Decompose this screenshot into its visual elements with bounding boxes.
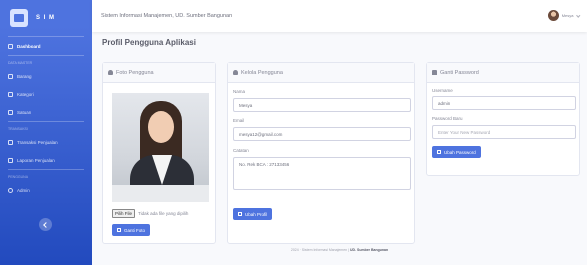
user-icon	[108, 70, 113, 75]
sidebar-item-label: Admin	[17, 187, 30, 193]
email-label: Email	[233, 118, 245, 123]
brand-name: S I M	[36, 15, 56, 21]
sidebar-item-label: Kategori	[17, 91, 34, 97]
edit-icon	[117, 228, 121, 232]
button-label: Ubah Password	[444, 149, 476, 155]
name-label: Nama	[233, 89, 246, 94]
new-password-field[interactable]: Enter Your New Password	[432, 125, 576, 139]
change-password-card: Ganti Password Username admin Password B…	[426, 62, 580, 176]
card-header: Ganti Password	[427, 63, 579, 83]
edit-icon	[437, 150, 441, 154]
choose-file-button[interactable]: Pilih File	[112, 209, 136, 218]
sidebar-item-admin[interactable]: Admin	[0, 181, 92, 199]
sidebar-heading-master: DATA MASTER	[8, 61, 33, 65]
caret-down-icon	[575, 13, 580, 17]
scale-icon	[8, 109, 13, 115]
button-label: Ganti Foto	[124, 227, 146, 233]
note-label: Catatan	[233, 148, 249, 153]
new-password-label: Password Baru	[432, 116, 463, 121]
brand[interactable]: S I M	[0, 0, 92, 36]
sidebar-item-dashboard[interactable]: Dashboard	[0, 37, 92, 55]
name-field[interactable]: Mesya	[233, 98, 411, 112]
manage-user-card: Kelola Pengguna Nama Mesya Email mesya12…	[227, 62, 415, 244]
card-title: Ganti Password	[440, 69, 479, 76]
sidebar-item-label: Satuan	[17, 109, 32, 115]
box-icon	[8, 73, 13, 79]
topbar: Sistem Informasi Manajemen, UD. Sumber B…	[92, 0, 587, 32]
sidebar-toggle-button[interactable]	[39, 218, 52, 231]
user-icon	[233, 70, 238, 75]
change-photo-button[interactable]: Ganti Foto	[112, 224, 151, 236]
sidebar-item-label: Transaksi Penjualan	[17, 139, 58, 145]
user-menu[interactable]: Mesya	[547, 10, 580, 21]
username-field[interactable]: admin	[432, 96, 576, 110]
sidebar-item-satuan[interactable]: Satuan	[0, 103, 92, 121]
sidebar: S I M Dashboard DATA MASTER Barang Kateg…	[0, 0, 92, 265]
store-logo-icon	[10, 9, 28, 27]
sidebar-item-laporan[interactable]: Laporan Penjualan	[0, 151, 92, 169]
sidebar-item-label: Dashboard	[17, 43, 41, 49]
edit-icon	[238, 212, 242, 216]
footer: 2024 · Sistem Informasi Manajemen | UD. …	[92, 248, 587, 252]
sidebar-item-label: Barang	[17, 73, 32, 79]
card-header: Kelola Pengguna	[228, 63, 414, 83]
sidebar-item-label: Laporan Penjualan	[17, 157, 55, 163]
footer-text: 2024 · Sistem Informasi Manajemen |	[290, 248, 349, 252]
note-textarea[interactable]: No. Rek BCA : 27133456	[233, 157, 411, 190]
button-label: Ubah Profil	[245, 211, 268, 217]
sidebar-item-transaksi[interactable]: Transaksi Penjualan	[0, 133, 92, 151]
user-icon	[8, 187, 13, 193]
footer-company: UD. Sumber Bangunan	[349, 248, 389, 252]
card-title: Kelola Pengguna	[241, 69, 283, 76]
page-title: Profil Pengguna Aplikasi	[102, 38, 196, 47]
user-name: Mesya	[561, 13, 574, 18]
card-header: Foto Pengguna	[103, 63, 215, 83]
update-profile-button[interactable]: Ubah Profil	[233, 208, 273, 220]
lock-icon	[432, 70, 437, 75]
file-status: Tidak ada file yang dipilih	[138, 211, 189, 216]
profile-photo	[112, 93, 209, 202]
sidebar-item-kategori[interactable]: Kategori	[0, 85, 92, 103]
email-field[interactable]: mesya12@gmail.com	[233, 127, 411, 141]
photo-card: Foto Pengguna Pilih File Tidak ada file …	[102, 62, 216, 244]
app-title: Sistem Informasi Manajemen, UD. Sumber B…	[101, 13, 233, 19]
sidebar-heading-transaksi: TRANSAKSI	[8, 127, 28, 131]
avatar	[547, 10, 559, 21]
gauge-icon	[8, 43, 13, 49]
file-input[interactable]: Pilih File Tidak ada file yang dipilih	[112, 209, 188, 218]
sidebar-heading-pengguna: PENGGUNA	[8, 175, 29, 179]
card-title: Foto Pengguna	[116, 69, 154, 76]
change-password-button[interactable]: Ubah Password	[432, 146, 481, 158]
tag-icon	[8, 91, 13, 97]
sidebar-item-barang[interactable]: Barang	[0, 67, 92, 85]
username-label: Username	[432, 88, 453, 93]
cart-icon	[8, 139, 13, 145]
report-icon	[8, 157, 13, 163]
